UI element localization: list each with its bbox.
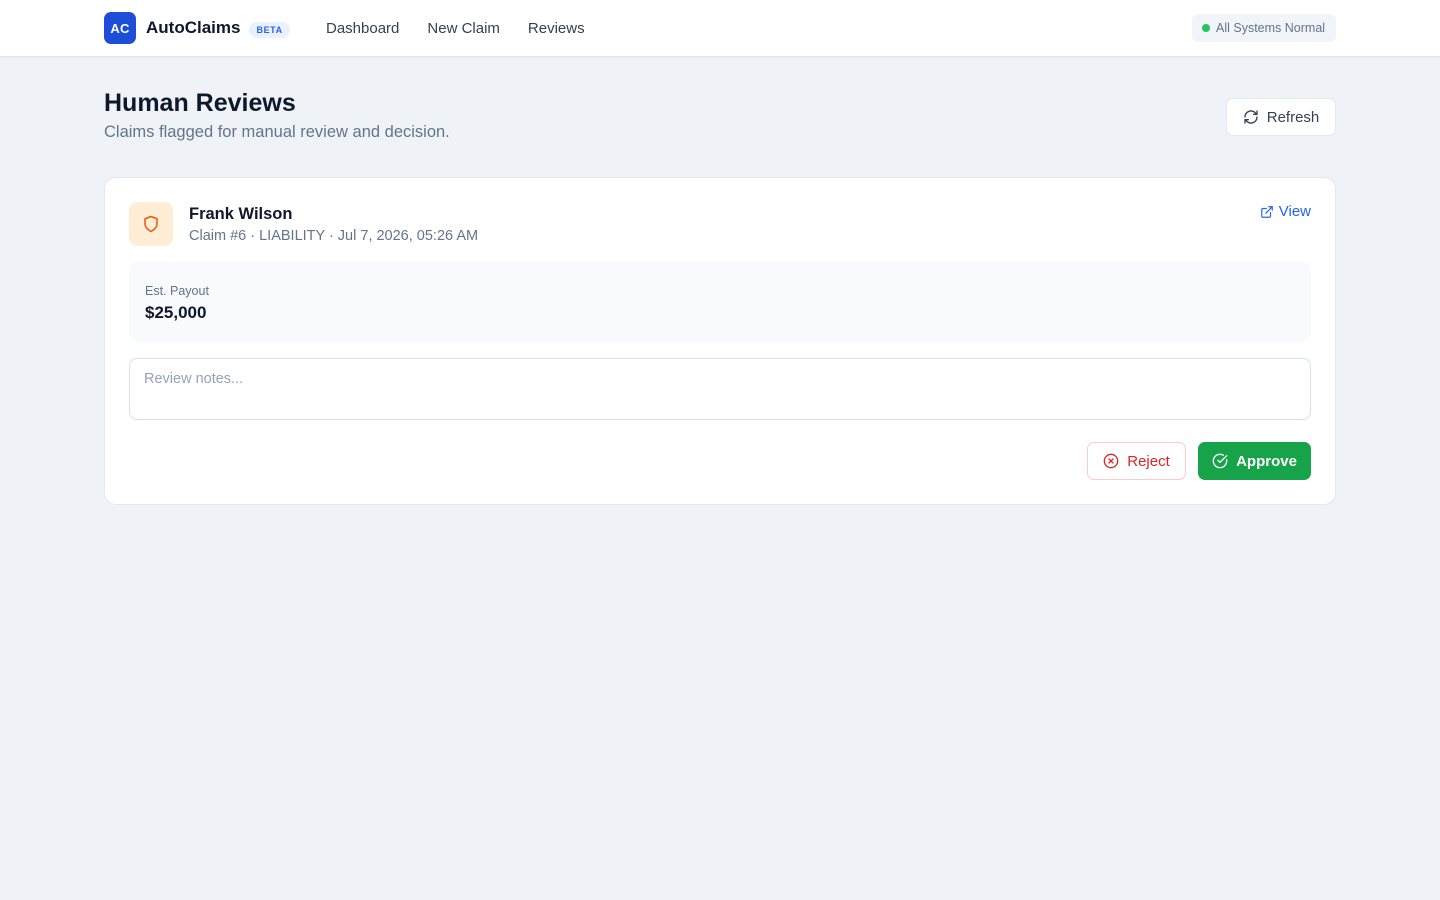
app-name: AutoClaims: [146, 18, 241, 37]
external-link-icon: [1260, 205, 1273, 218]
review-card: Frank Wilson Claim #6 · LIABILITY · Jul …: [104, 177, 1336, 505]
system-status-text: All Systems Normal: [1216, 21, 1326, 35]
reject-button[interactable]: Reject: [1087, 442, 1186, 480]
reject-label: Reject: [1127, 452, 1170, 470]
view-label: View: [1278, 203, 1311, 220]
payout-label: Est. Payout: [145, 284, 209, 298]
claim-meta: Claim #6 · LIABILITY · Jul 7, 2026, 05:2…: [189, 228, 479, 244]
claim-type-badge: [129, 202, 173, 246]
view-claim-link[interactable]: View: [1260, 203, 1311, 220]
status-dot-icon: [1202, 24, 1210, 32]
app-logo: AC: [104, 12, 136, 44]
system-status-badge: All Systems Normal: [1192, 14, 1336, 42]
top-navbar: AC AutoClaims BETA Dashboard New Claim R…: [0, 0, 1440, 57]
claimant-name: Frank Wilson: [189, 205, 293, 223]
refresh-button[interactable]: Refresh: [1226, 98, 1336, 136]
nav-dashboard[interactable]: Dashboard: [326, 20, 399, 37]
approve-label: Approve: [1236, 452, 1297, 470]
payout-value: $25,000: [145, 303, 207, 322]
refresh-icon: [1244, 110, 1258, 124]
main-nav: Dashboard New Claim Reviews: [326, 0, 585, 56]
review-notes-input[interactable]: [129, 358, 1311, 420]
nav-reviews[interactable]: Reviews: [528, 20, 585, 37]
check-circle-icon: [1212, 453, 1228, 469]
shield-icon: [144, 215, 158, 233]
payout-panel: Est. Payout $25,000: [129, 262, 1311, 342]
x-circle-icon: [1103, 453, 1119, 469]
page-title: Human Reviews: [104, 89, 296, 117]
beta-badge: BETA: [249, 22, 290, 38]
brand[interactable]: AC AutoClaims BETA: [104, 12, 290, 44]
page-subtitle: Claims flagged for manual review and dec…: [104, 123, 450, 141]
approve-button[interactable]: Approve: [1198, 442, 1311, 480]
refresh-label: Refresh: [1266, 108, 1320, 126]
nav-new-claim[interactable]: New Claim: [427, 20, 500, 37]
